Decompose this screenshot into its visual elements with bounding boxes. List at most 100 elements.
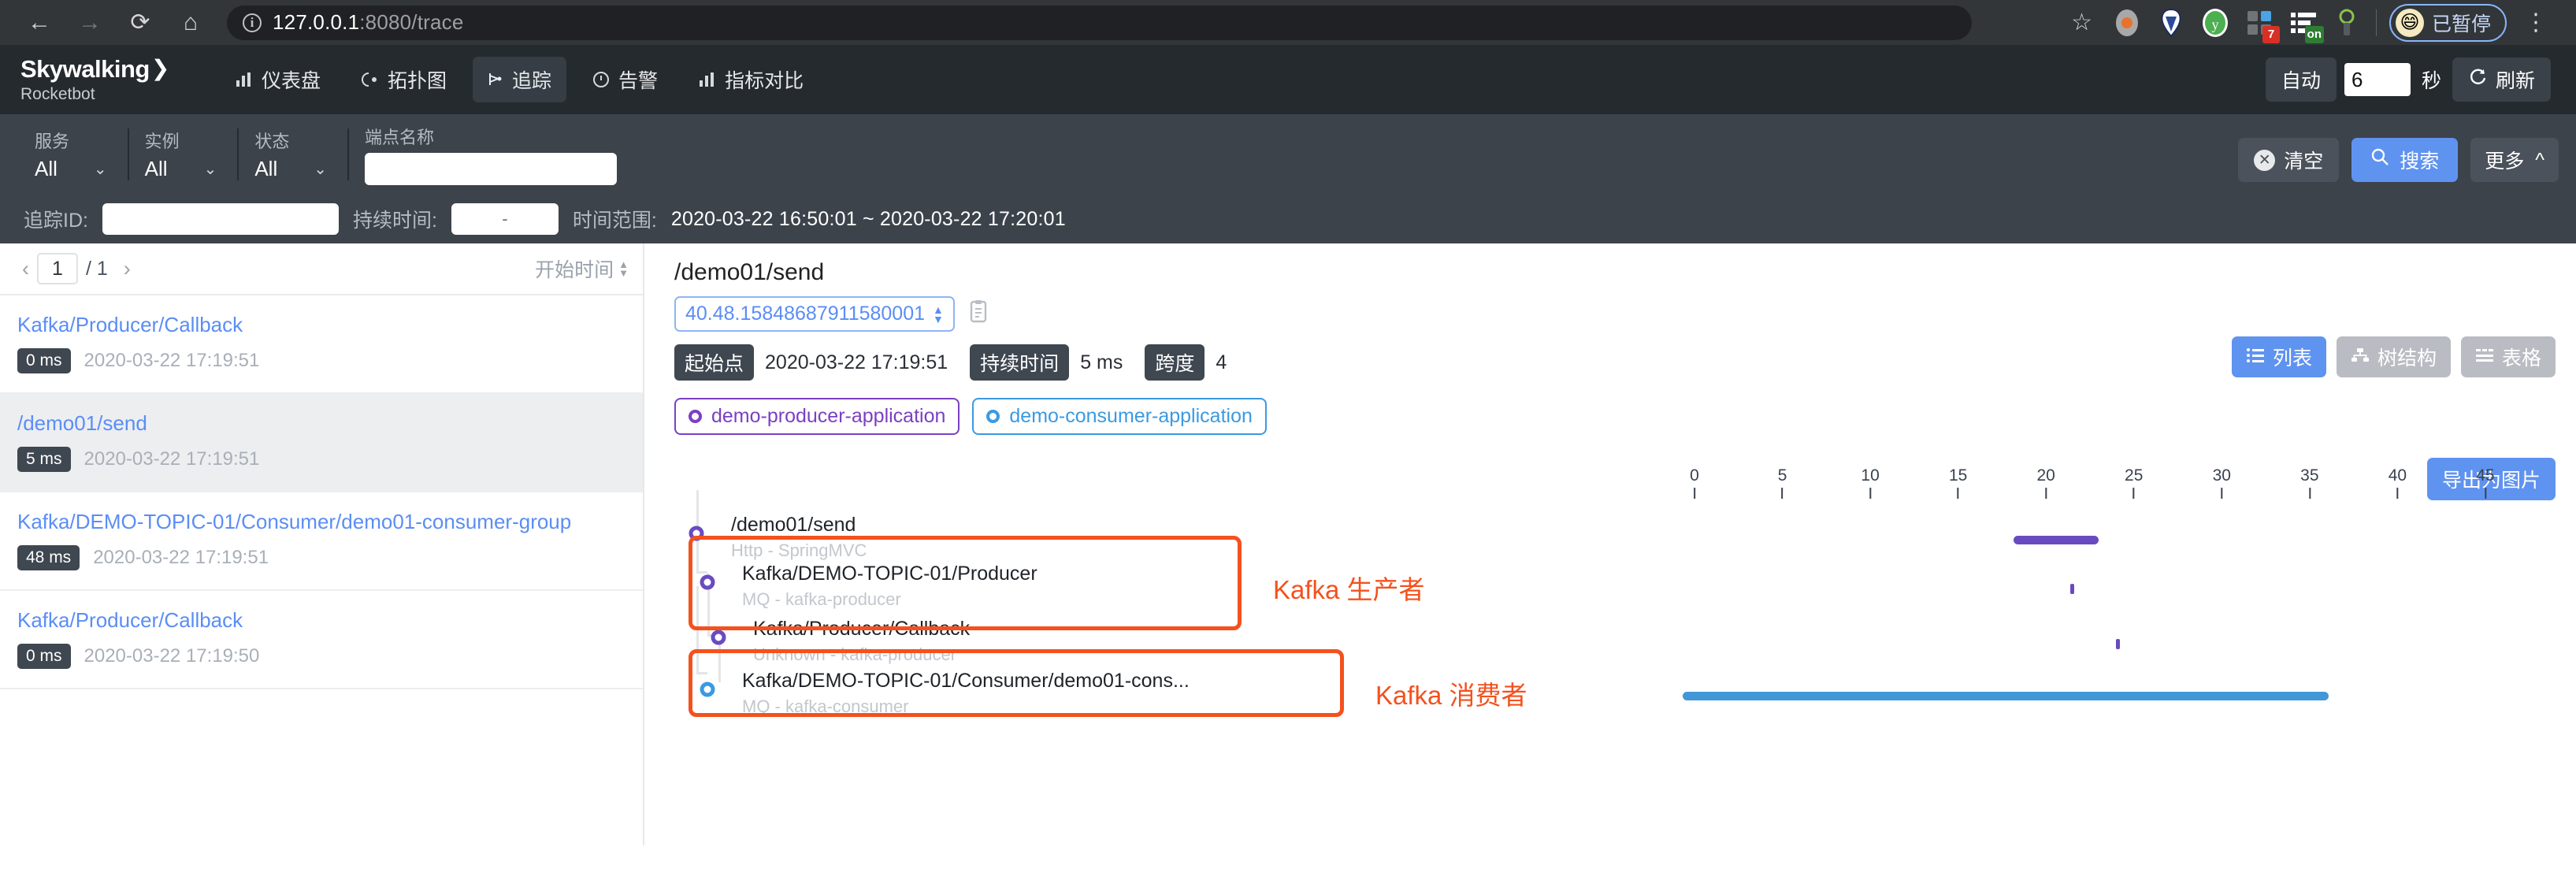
service-chip-consumer[interactable]: demo-consumer-application bbox=[972, 398, 1267, 435]
annotation-label-consumer: Kafka 消费者 bbox=[1375, 681, 1527, 710]
trace-id-value: 40.48.15848687911580001 bbox=[685, 303, 926, 325]
nav-label-compare: 指标对比 bbox=[725, 70, 804, 92]
next-page-button[interactable]: › bbox=[116, 257, 139, 281]
clipboard-icon[interactable] bbox=[968, 299, 989, 329]
service-chip-producer-label: demo-producer-application bbox=[711, 405, 946, 427]
span-rows: /demo01/send Http - SpringMVC Kafka/DEMO… bbox=[674, 490, 2548, 845]
view-mode-table[interactable]: 表格 bbox=[2460, 336, 2556, 377]
time-range-value[interactable]: 2020-03-22 16:50:01 ~ 2020-03-22 17:20:0… bbox=[671, 208, 1066, 231]
site-info-icon[interactable]: i bbox=[243, 13, 262, 32]
span-row[interactable]: /demo01/send Http - SpringMVC bbox=[674, 507, 2548, 560]
nav-item-trace[interactable]: 追踪 bbox=[473, 57, 567, 102]
yandex-extension-icon[interactable]: y bbox=[2199, 7, 2231, 39]
nav-item-dashboard[interactable]: 仪表盘 bbox=[221, 57, 336, 102]
nav-item-topology[interactable]: 拓扑图 bbox=[347, 57, 462, 102]
service-chip-consumer-label: demo-consumer-application bbox=[1009, 405, 1253, 427]
nav-item-alarm[interactable]: 告警 bbox=[577, 57, 673, 102]
tick-mark bbox=[2396, 488, 2399, 499]
page-number-input[interactable]: 1 bbox=[37, 253, 78, 284]
trace-id-selector[interactable]: 40.48.15848687911580001 ▲ ▼ bbox=[674, 296, 955, 332]
timeline-tick: 45 bbox=[2476, 466, 2495, 499]
vimium-extension-icon[interactable] bbox=[2155, 7, 2187, 39]
list-extension-icon[interactable]: on bbox=[2288, 7, 2324, 43]
trace-item-name[interactable]: Kafka/DEMO-TOPIC-01/Consumer/demo01-cons… bbox=[17, 510, 625, 534]
chrome-menu-icon[interactable]: ⋮ bbox=[2513, 9, 2559, 36]
more-label: 更多 bbox=[2485, 150, 2525, 173]
list-icon bbox=[2246, 346, 2265, 369]
tick-mark bbox=[2308, 488, 2311, 499]
chevron-updown-icon: ▲ ▼ bbox=[933, 303, 944, 325]
tick-label: 0 bbox=[1690, 466, 1699, 485]
span-row[interactable]: Kafka/DEMO-TOPIC-01/Producer MQ - kafka-… bbox=[674, 559, 2548, 611]
address-bar[interactable]: i 127.0.0.1:8080/trace bbox=[227, 5, 1972, 40]
trace-id-input[interactable] bbox=[102, 203, 339, 235]
tab-manager-extension-icon[interactable]: 7 bbox=[2244, 7, 2280, 43]
trace-list-item[interactable]: Kafka/Producer/Callback 0 ms 2020-03-22 … bbox=[0, 295, 643, 394]
trace-list-item[interactable]: Kafka/Producer/Callback 0 ms 2020-03-22 … bbox=[0, 591, 643, 689]
trace-item-name[interactable]: /demo01/send bbox=[17, 411, 625, 436]
span-component: MQ - kafka-producer bbox=[742, 589, 901, 609]
chevron-down-icon[interactable]: ⌄ bbox=[168, 159, 217, 179]
tick-mark bbox=[2484, 488, 2486, 499]
home-icon[interactable]: ⌂ bbox=[169, 1, 213, 45]
tree-icon bbox=[2351, 346, 2370, 369]
span-component: Unknown - kafka-producer bbox=[753, 644, 957, 664]
nav-item-compare[interactable]: 指标对比 bbox=[684, 57, 818, 102]
status-select[interactable]: 状态 All ⌄ bbox=[237, 124, 347, 185]
tick-label: 20 bbox=[2036, 466, 2055, 485]
start-time-value: 2020-03-22 17:19:51 bbox=[765, 351, 948, 373]
tick-mark bbox=[2221, 488, 2223, 499]
trace-item-name[interactable]: Kafka/Producer/Callback bbox=[17, 608, 625, 633]
inspector-extension-icon[interactable] bbox=[2332, 7, 2363, 39]
auto-refresh-button[interactable]: 自动 bbox=[2265, 58, 2337, 102]
search-button[interactable]: 搜索 bbox=[2351, 138, 2459, 182]
forward-arrow-icon[interactable]: → bbox=[68, 1, 112, 45]
span-row[interactable]: Kafka/Producer/Callback Unknown - kafka-… bbox=[674, 611, 2548, 664]
tick-label: 5 bbox=[1777, 466, 1787, 485]
avatar: 😄 bbox=[2395, 8, 2424, 37]
trace-item-duration: 5 ms bbox=[17, 447, 71, 472]
search-label: 搜索 bbox=[2400, 150, 2440, 173]
refresh-seconds-input[interactable] bbox=[2344, 63, 2411, 96]
clear-button[interactable]: ✕ 清空 bbox=[2238, 138, 2340, 182]
view-mode-tree[interactable]: 树结构 bbox=[2336, 336, 2451, 377]
tick-label: 15 bbox=[1948, 466, 1968, 485]
span-row[interactable]: Kafka/DEMO-TOPIC-01/Consumer/demo01-cons… bbox=[674, 663, 2548, 716]
back-arrow-icon[interactable]: ← bbox=[17, 1, 61, 45]
service-chip-producer[interactable]: demo-producer-application bbox=[674, 398, 960, 435]
duration-label: 持续时间 bbox=[970, 344, 1070, 381]
refresh-button[interactable]: 刷新 bbox=[2452, 58, 2551, 102]
span-bar bbox=[2116, 639, 2120, 649]
browser-toolbar: ← → ⟳ ⌂ i 127.0.0.1:8080/trace ☆ y 7 on … bbox=[0, 0, 2576, 45]
prev-page-button[interactable]: ‹ bbox=[14, 257, 37, 281]
span-bar bbox=[2070, 584, 2074, 594]
chevron-down-icon[interactable]: ⌄ bbox=[277, 159, 327, 179]
profile-button[interactable]: 😄 已暂停 bbox=[2389, 3, 2507, 42]
view-mode-list[interactable]: 列表 bbox=[2231, 336, 2326, 377]
trace-item-name[interactable]: Kafka/Producer/Callback bbox=[17, 313, 625, 337]
filter-bar: 服务 All ⌄ 实例 All ⌄ 状态 All ⌄ 端点名称 ✕ 清空 搜索 … bbox=[0, 114, 2576, 243]
list-extension-badge: on bbox=[2304, 25, 2324, 43]
span-count-value: 4 bbox=[1216, 351, 1227, 373]
alarm-icon bbox=[592, 71, 610, 88]
brand-logo[interactable]: Skywalking ❯ Rocketbot bbox=[20, 55, 202, 104]
more-button[interactable]: 更多 ^ bbox=[2470, 138, 2559, 182]
service-select[interactable]: 服务 All ⌄ bbox=[17, 124, 128, 185]
endpoint-name-input[interactable] bbox=[365, 153, 618, 185]
adblock-extension-icon[interactable] bbox=[2111, 7, 2143, 39]
trace-list-body[interactable]: Kafka/Producer/Callback 0 ms 2020-03-22 … bbox=[0, 295, 643, 845]
duration-filter-input[interactable] bbox=[451, 203, 559, 235]
trace-list-item[interactable]: /demo01/send 5 ms 2020-03-22 17:19:51 bbox=[0, 394, 643, 492]
instance-select-label: 实例 bbox=[144, 132, 180, 151]
reload-icon[interactable]: ⟳ bbox=[118, 1, 162, 45]
instance-select[interactable]: 实例 All ⌄ bbox=[127, 124, 238, 185]
duration-filter-label: 持续时间: bbox=[352, 210, 437, 232]
nav-label-dashboard: 仪表盘 bbox=[262, 70, 321, 92]
brand-swoosh-icon: ❯ bbox=[150, 56, 169, 80]
trace-list-item[interactable]: Kafka/DEMO-TOPIC-01/Consumer/demo01-cons… bbox=[0, 492, 643, 591]
sort-control[interactable]: 开始时间 ▲ ▼ bbox=[535, 254, 629, 283]
chevron-down-icon[interactable]: ⌄ bbox=[58, 159, 107, 179]
bookmark-star-icon[interactable]: ☆ bbox=[2071, 9, 2092, 36]
time-range-label: 时间范围: bbox=[572, 210, 657, 232]
trace-id-label: 追踪ID: bbox=[24, 210, 88, 232]
